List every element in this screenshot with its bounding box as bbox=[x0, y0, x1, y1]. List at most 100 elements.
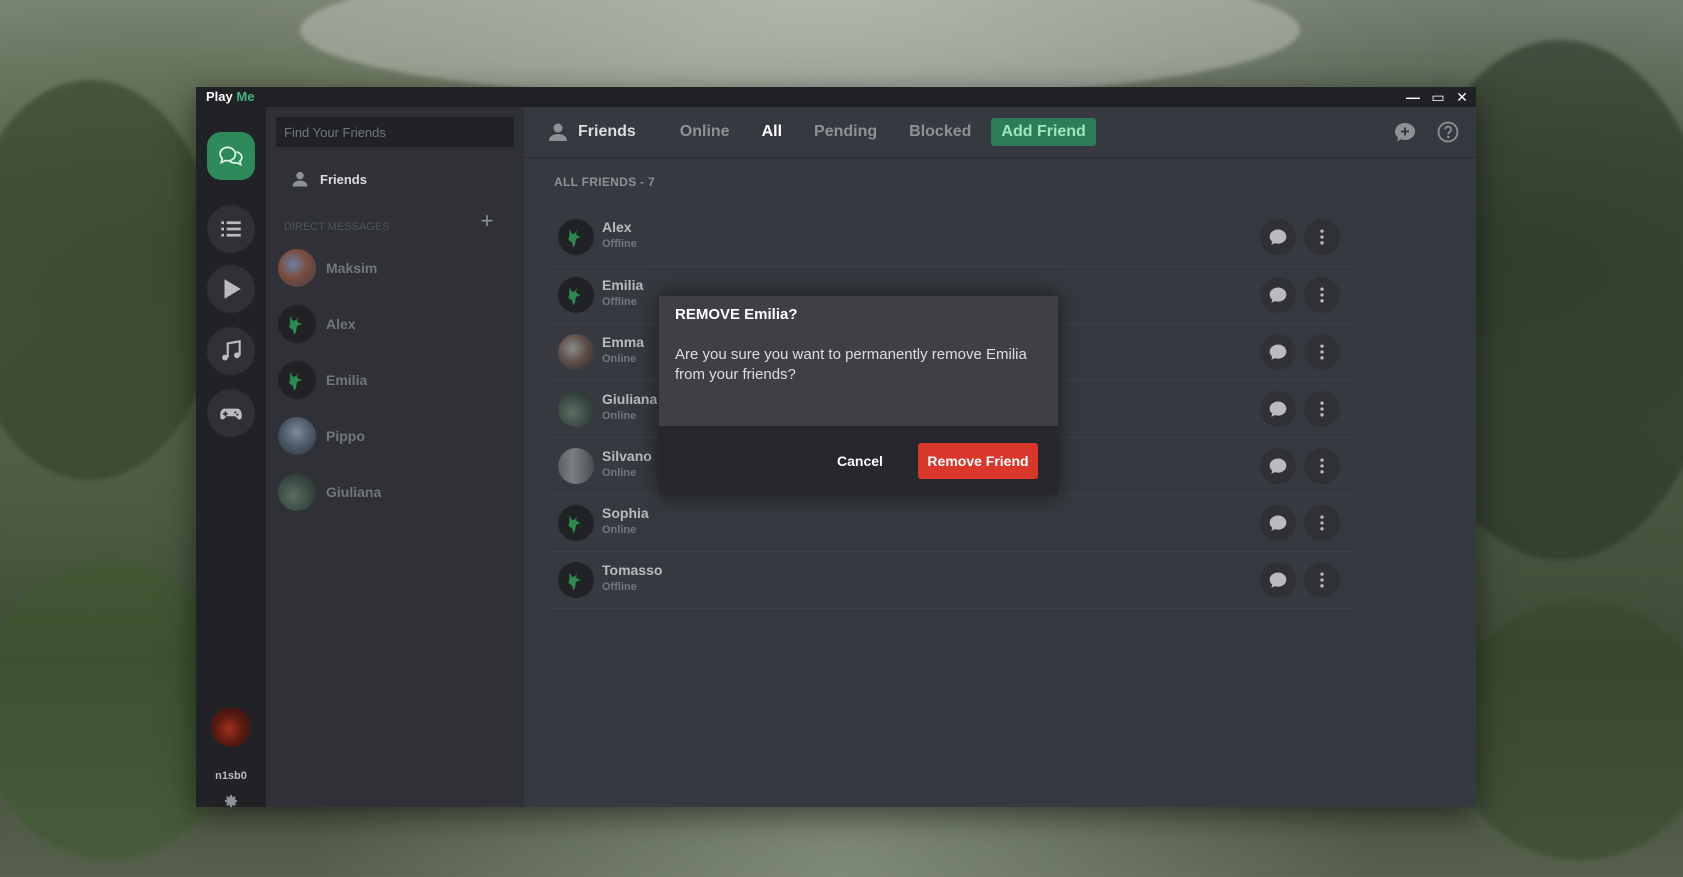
message-button[interactable] bbox=[1260, 448, 1296, 484]
remove-friend-button[interactable]: Remove Friend bbox=[918, 443, 1038, 479]
dialog-title: REMOVE Emilia? bbox=[675, 306, 798, 323]
deer-icon bbox=[289, 372, 302, 391]
avatar bbox=[278, 361, 316, 399]
avatar bbox=[558, 219, 594, 255]
more-options-button[interactable] bbox=[1304, 562, 1340, 598]
help-icon[interactable] bbox=[1436, 120, 1460, 144]
more-vertical-icon bbox=[1320, 287, 1324, 303]
dialog-message: Are you sure you want to permanently rem… bbox=[675, 346, 1027, 383]
message-icon bbox=[1269, 458, 1287, 474]
tab-online[interactable]: Online bbox=[672, 119, 738, 145]
friend-status: Offline bbox=[602, 581, 637, 593]
gear-icon[interactable] bbox=[223, 793, 239, 809]
chat-rail-button[interactable] bbox=[207, 132, 255, 180]
more-vertical-icon bbox=[1320, 229, 1324, 245]
deer-icon bbox=[568, 515, 581, 534]
add-dm-button[interactable]: + bbox=[477, 210, 497, 232]
message-icon bbox=[1269, 572, 1287, 588]
message-icon bbox=[1269, 229, 1287, 245]
dm-name: Giuliana bbox=[326, 484, 382, 500]
sidebar-item-label: Friends bbox=[320, 171, 367, 187]
friend-status: Online bbox=[602, 353, 637, 365]
avatar bbox=[558, 448, 594, 484]
music-rail-button[interactable] bbox=[207, 327, 255, 375]
dm-name: Alex bbox=[326, 316, 356, 332]
dm-name: Pippo bbox=[326, 428, 365, 444]
page-title: Friends bbox=[578, 123, 636, 140]
more-options-button[interactable] bbox=[1304, 219, 1340, 255]
games-rail-button[interactable] bbox=[207, 389, 255, 437]
person-icon bbox=[292, 171, 308, 187]
tab-blocked[interactable]: Blocked bbox=[901, 119, 979, 145]
maximize-button[interactable]: ▭ bbox=[1429, 88, 1447, 106]
more-vertical-icon bbox=[1320, 458, 1324, 474]
friend-status: Online bbox=[602, 410, 637, 422]
avatar bbox=[278, 473, 316, 511]
person-icon bbox=[549, 123, 567, 141]
dm-item[interactable]: Maksim bbox=[276, 245, 514, 291]
dm-item[interactable]: Emilia bbox=[276, 357, 514, 403]
tab-pending[interactable]: Pending bbox=[806, 119, 885, 145]
friend-row[interactable]: Tomasso Offline bbox=[548, 551, 1354, 609]
music-icon bbox=[222, 339, 241, 361]
more-vertical-icon bbox=[1320, 515, 1324, 531]
sidebar-item-friends[interactable]: Friends bbox=[276, 162, 514, 196]
user-avatar[interactable] bbox=[211, 707, 251, 747]
friend-name: Emma bbox=[602, 334, 645, 350]
friend-row[interactable]: Alex Offline bbox=[548, 209, 1354, 265]
cancel-button[interactable]: Cancel bbox=[825, 450, 895, 472]
dm-name: Emilia bbox=[326, 372, 368, 388]
more-vertical-icon bbox=[1320, 572, 1324, 588]
background-foliage bbox=[1450, 600, 1683, 860]
app-title: Play Me bbox=[206, 89, 255, 104]
message-button[interactable] bbox=[1260, 505, 1296, 541]
message-button[interactable] bbox=[1260, 391, 1296, 427]
dm-item[interactable]: Alex bbox=[276, 301, 514, 347]
more-vertical-icon bbox=[1320, 401, 1324, 417]
friends-sidebar: Friends DIRECT MESSAGES + Maksim Alex Em… bbox=[266, 107, 524, 807]
more-options-button[interactable] bbox=[1304, 505, 1340, 541]
search-input[interactable] bbox=[276, 117, 514, 147]
avatar bbox=[278, 305, 316, 343]
friends-topbar: Friends Online All Pending Blocked Add F… bbox=[524, 107, 1476, 158]
play-icon bbox=[224, 279, 241, 299]
minimize-button[interactable]: — bbox=[1404, 88, 1422, 106]
dm-item[interactable]: Pippo bbox=[276, 413, 514, 459]
more-options-button[interactable] bbox=[1304, 334, 1340, 370]
dm-name: Maksim bbox=[326, 260, 378, 276]
more-vertical-icon bbox=[1320, 344, 1324, 360]
add-friend-button[interactable]: Add Friend bbox=[991, 118, 1096, 146]
friend-name: Alex bbox=[602, 219, 632, 235]
gamepad-icon bbox=[220, 408, 242, 420]
title-bar: Play Me — ▭ ✕ bbox=[196, 87, 1476, 107]
more-options-button[interactable] bbox=[1304, 277, 1340, 313]
message-button[interactable] bbox=[1260, 219, 1296, 255]
message-button[interactable] bbox=[1260, 277, 1296, 313]
background-foliage bbox=[0, 80, 220, 480]
more-options-button[interactable] bbox=[1304, 391, 1340, 427]
chat-icon bbox=[219, 146, 243, 166]
play-rail-button[interactable] bbox=[207, 265, 255, 313]
tab-all[interactable]: All bbox=[754, 119, 790, 145]
message-icon bbox=[1269, 344, 1287, 360]
list-icon bbox=[221, 221, 241, 237]
list-rail-button[interactable] bbox=[207, 205, 255, 253]
dialog-body: REMOVE Emilia? Are you sure you want to … bbox=[659, 296, 1058, 426]
deer-icon bbox=[568, 572, 581, 591]
deer-icon bbox=[568, 229, 581, 248]
close-button[interactable]: ✕ bbox=[1453, 88, 1471, 106]
friend-status: Offline bbox=[602, 296, 637, 308]
remove-friend-dialog: REMOVE Emilia? Are you sure you want to … bbox=[659, 296, 1058, 495]
friend-name: Emilia bbox=[602, 277, 644, 293]
dm-item[interactable]: Giuliana bbox=[276, 469, 514, 515]
more-options-button[interactable] bbox=[1304, 448, 1340, 484]
username-label: n1sb0 bbox=[215, 770, 247, 782]
friend-name: Giuliana bbox=[602, 391, 658, 407]
message-button[interactable] bbox=[1260, 334, 1296, 370]
message-button[interactable] bbox=[1260, 562, 1296, 598]
friend-row[interactable]: Sophia Online bbox=[548, 494, 1354, 551]
new-group-dm-icon[interactable] bbox=[1393, 120, 1417, 144]
friend-status: Online bbox=[602, 524, 637, 536]
dialog-footer: Cancel Remove Friend bbox=[659, 426, 1058, 495]
avatar bbox=[558, 505, 594, 541]
